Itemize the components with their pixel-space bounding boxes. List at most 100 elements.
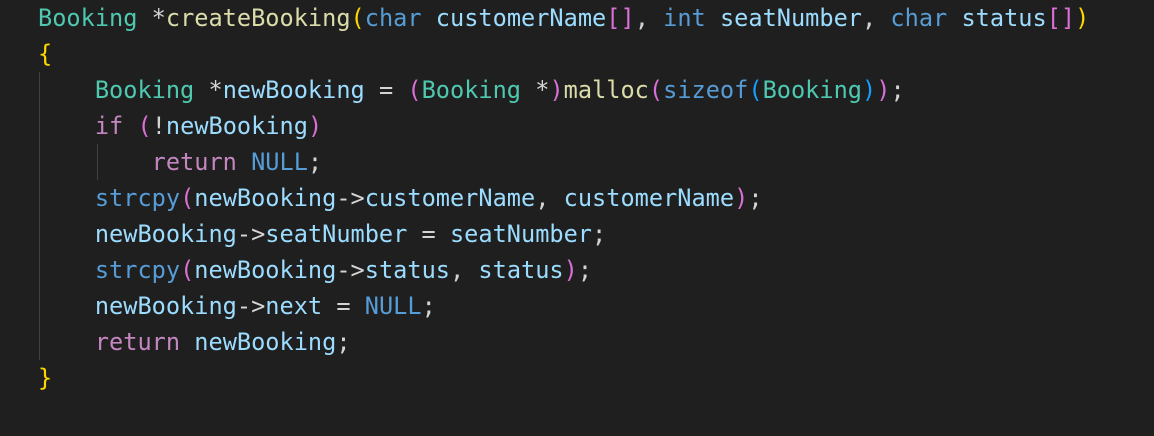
code-line[interactable]: } <box>38 360 1089 396</box>
code-token: status <box>961 4 1047 32</box>
code-token: ( <box>350 4 365 32</box>
code-token: next <box>265 292 323 320</box>
code-token: ( <box>180 184 195 212</box>
code-line[interactable]: strcpy(newBooking->customerName, custome… <box>38 180 1089 216</box>
code-token: Booking <box>94 76 195 104</box>
code-token: seatNumber <box>265 220 408 248</box>
code-token: -> <box>236 292 266 320</box>
code-token: customerName <box>435 4 607 32</box>
code-token: char <box>890 4 948 32</box>
code-token: ; <box>577 256 593 284</box>
code-token: status <box>364 256 450 284</box>
code-token: * <box>194 76 223 104</box>
code-token: , <box>862 4 891 32</box>
code-token: ( <box>748 76 763 104</box>
code-token: , <box>634 4 664 32</box>
code-token: ( <box>407 76 422 104</box>
code-token: , <box>535 184 564 212</box>
code-token: { <box>38 40 53 68</box>
code-token: Booking <box>421 76 522 104</box>
code-token: , <box>449 256 479 284</box>
code-token: ) <box>307 112 323 140</box>
code-token: ; <box>421 292 436 320</box>
code-token: Booking <box>38 4 138 32</box>
code-token: ( <box>180 256 195 284</box>
code-token: customerName <box>364 184 536 212</box>
code-token: ( <box>137 112 152 140</box>
code-token: return <box>94 328 181 356</box>
code-line[interactable]: return newBooking; <box>38 324 1089 360</box>
code-token: newBooking <box>94 292 237 320</box>
code-token: ) <box>549 76 564 104</box>
code-token: newBooking <box>222 76 365 104</box>
code-token: malloc <box>563 76 649 104</box>
code-line[interactable]: Booking *createBooking(char customerName… <box>38 0 1089 36</box>
code-token: NULL <box>251 148 308 176</box>
code-token: ; <box>592 220 607 248</box>
code-token: [] <box>1046 4 1076 32</box>
code-token: int <box>663 4 706 32</box>
code-editor[interactable]: Booking *createBooking(char customerName… <box>0 0 1154 436</box>
code-token: * <box>521 76 550 104</box>
code-token: NULL <box>364 292 422 320</box>
code-line[interactable]: Booking *newBooking = (Booking *)malloc(… <box>38 72 1089 108</box>
code-token: -> <box>336 256 365 284</box>
code-token: createBooking <box>165 4 351 32</box>
code-token: ( <box>648 76 664 104</box>
code-token: = <box>322 292 365 320</box>
code-token: -> <box>236 220 266 248</box>
code-token: status <box>478 256 564 284</box>
code-token: ) <box>1075 4 1090 32</box>
code-token: ) <box>876 76 891 104</box>
code-token: newBooking <box>165 112 308 140</box>
code-token: [] <box>606 4 635 32</box>
code-token: seatNumber <box>719 4 862 32</box>
code-text-area[interactable]: Booking *createBooking(char customerName… <box>38 0 1089 396</box>
code-line[interactable]: { <box>38 36 1089 72</box>
code-token: ; <box>336 328 351 356</box>
code-token: ) <box>563 256 578 284</box>
code-token: -> <box>336 184 365 212</box>
code-token: = <box>407 220 450 248</box>
code-line[interactable]: newBooking->next = NULL; <box>38 288 1089 324</box>
code-token: * <box>137 4 166 32</box>
code-token: newBooking <box>194 256 337 284</box>
code-token: ; <box>307 148 323 176</box>
code-line[interactable]: newBooking->seatNumber = seatNumber; <box>38 216 1089 252</box>
code-token: ) <box>862 76 877 104</box>
code-token: newBooking <box>194 184 337 212</box>
code-token: ; <box>748 184 763 212</box>
code-token: newBooking <box>194 328 337 356</box>
code-token: newBooking <box>94 220 237 248</box>
code-token: sizeof <box>663 76 749 104</box>
code-token: ) <box>734 184 749 212</box>
code-token: if <box>94 112 124 140</box>
code-token: return <box>151 148 237 176</box>
code-token: char <box>364 4 422 32</box>
code-token: ! <box>151 112 166 140</box>
code-line[interactable]: return NULL; <box>38 144 1089 180</box>
code-token: Booking <box>762 76 862 104</box>
code-line[interactable]: if (!newBooking) <box>38 108 1089 144</box>
code-token: } <box>38 364 53 392</box>
code-token: = <box>364 76 408 104</box>
code-token: ; <box>890 76 905 104</box>
code-token: customerName <box>563 184 735 212</box>
code-line[interactable]: strcpy(newBooking->status, status); <box>38 252 1089 288</box>
code-token: strcpy <box>94 184 181 212</box>
code-token: strcpy <box>94 256 181 284</box>
